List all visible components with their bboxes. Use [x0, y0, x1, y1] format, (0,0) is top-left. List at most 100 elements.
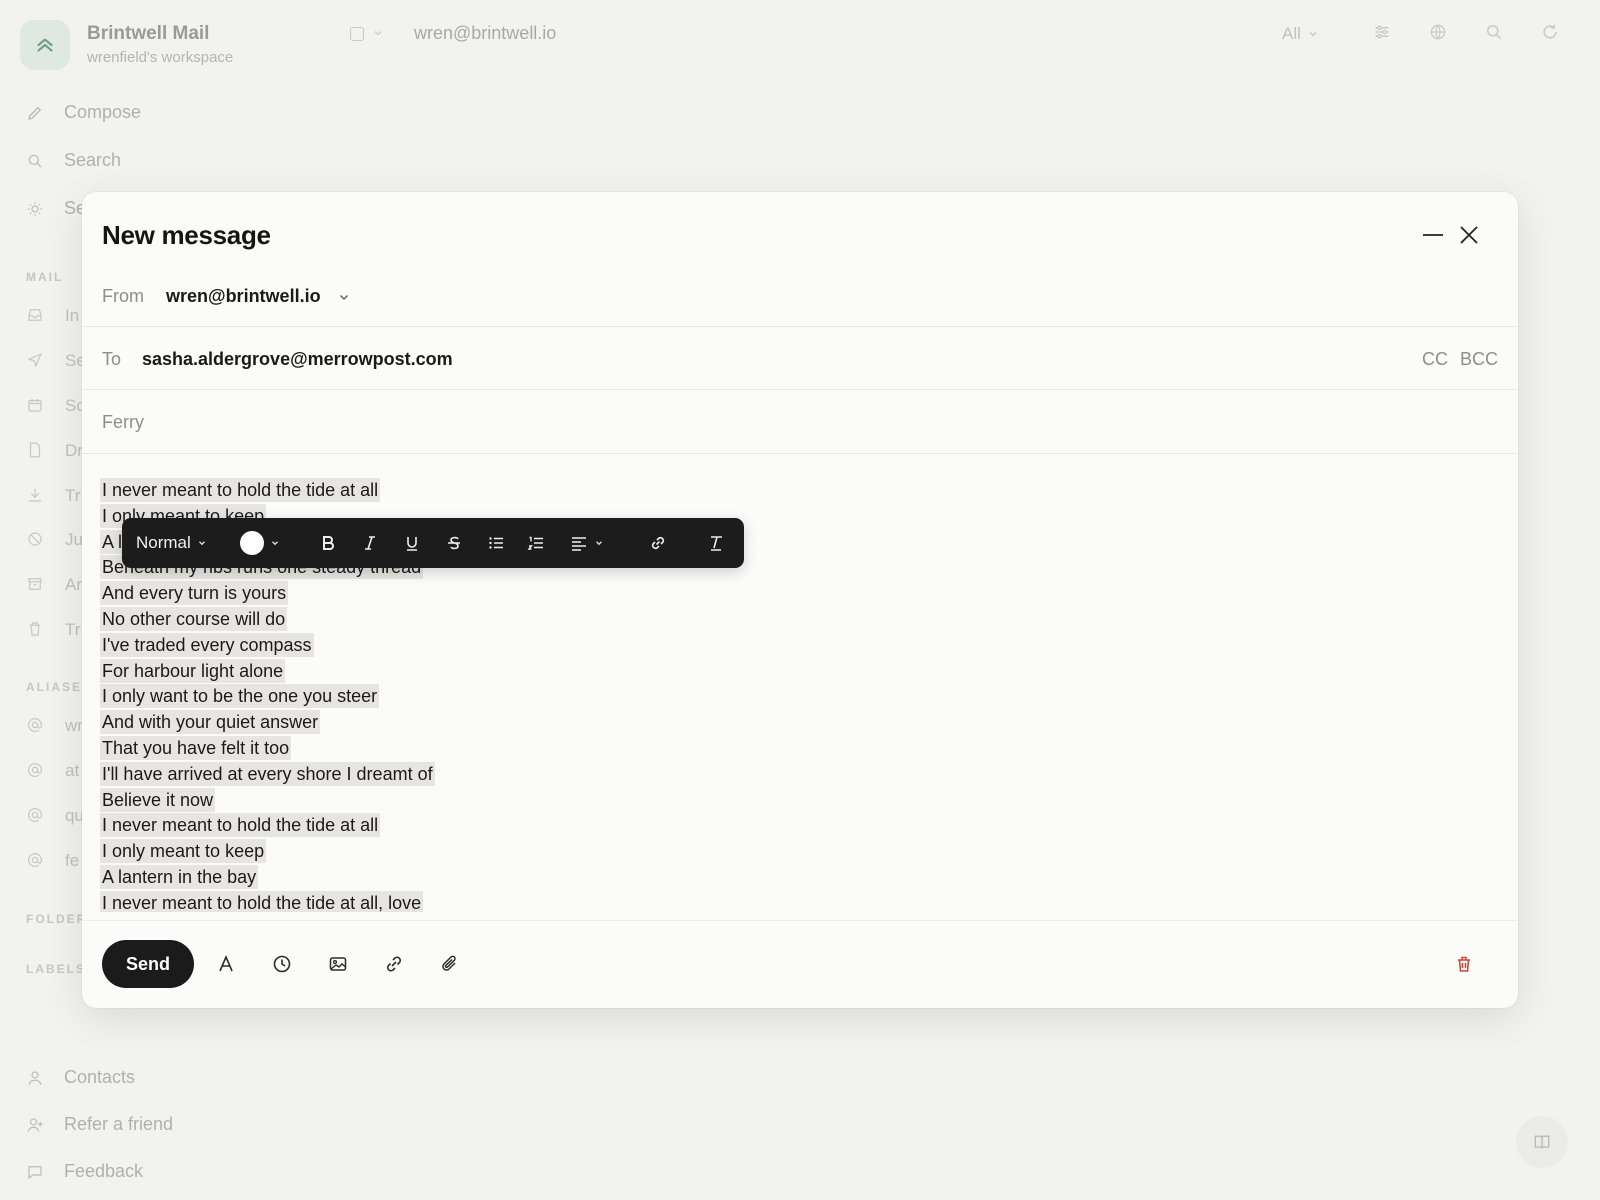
insert-link-button[interactable] [382, 952, 406, 976]
color-swatch [240, 531, 264, 555]
sidebar-settings[interactable]: Se [26, 198, 86, 219]
globe-icon[interactable] [1428, 22, 1450, 44]
sidebar-section-labels: LABELS [26, 962, 86, 976]
link-button[interactable] [644, 518, 672, 568]
at-icon[interactable] [26, 851, 44, 869]
select-all-checkbox[interactable] [350, 27, 364, 41]
body-line-text: A l [100, 529, 125, 554]
divider [82, 326, 1518, 327]
attach-file-button[interactable] [438, 952, 462, 976]
body-line: A lantern in the bay [100, 864, 1490, 891]
calendar-icon[interactable] [26, 396, 44, 414]
sidebar-section-aliases: ALIASE [26, 680, 83, 694]
ban-icon[interactable] [26, 530, 44, 548]
close-button[interactable] [1456, 222, 1482, 248]
body-line: That you have felt it too [100, 735, 1490, 762]
chevron-down-icon [272, 541, 278, 546]
text-format-button[interactable] [214, 952, 238, 976]
minimize-button[interactable] [1420, 222, 1446, 248]
search-icon[interactable] [1484, 22, 1506, 44]
help-button[interactable] [1516, 1116, 1568, 1168]
chevron-down-icon[interactable] [372, 27, 384, 39]
text-style-dropdown[interactable]: Normal [136, 518, 207, 568]
sun-icon [28, 201, 42, 216]
align-dropdown[interactable] [566, 518, 608, 568]
sidebar-contacts[interactable]: Contacts [26, 1067, 135, 1088]
archive-icon[interactable] [26, 575, 44, 593]
divider [82, 920, 1518, 921]
sidebar-search[interactable]: Search [26, 150, 121, 171]
sidebar-item-transfer[interactable]: Tr [65, 486, 80, 506]
refresh-icon[interactable] [1540, 22, 1562, 44]
divider [82, 453, 1518, 454]
schedule-send-button[interactable] [270, 952, 294, 976]
sidebar-section-folders: FOLDER [26, 912, 88, 926]
chevron-down-icon [596, 541, 602, 546]
app-logo[interactable] [20, 20, 70, 70]
search-icon [28, 154, 42, 167]
filter-label: All [1282, 24, 1301, 43]
from-row: From wren@brintwell.io [102, 286, 351, 307]
italic-button[interactable] [356, 518, 384, 568]
insert-image-button[interactable] [326, 952, 350, 976]
strikethrough-button[interactable] [440, 518, 468, 568]
sidebar-refer[interactable]: Refer a friend [26, 1114, 173, 1135]
font-icon [219, 954, 233, 972]
at-icon[interactable] [26, 806, 44, 824]
sidebar-item-drafts[interactable]: Dr [65, 441, 83, 461]
body-line: Believe it now [100, 787, 1490, 814]
sidebar-alias-2[interactable]: at [65, 761, 79, 781]
inbox-icon[interactable] [26, 306, 44, 324]
sliders-icon[interactable] [1372, 22, 1394, 44]
sidebar-item-inbox[interactable]: In [65, 306, 79, 326]
image-icon [329, 957, 347, 971]
trash-icon[interactable] [26, 620, 44, 638]
file-icon[interactable] [26, 441, 44, 459]
app-header: Brintwell Mail wrenfield's workspace wre… [0, 0, 1600, 90]
send-icon[interactable] [26, 351, 44, 369]
sidebar-alias-1[interactable]: wr [65, 716, 83, 736]
sidebar-refer-label: Refer a friend [64, 1114, 174, 1134]
sidebar-item-trash[interactable]: Tr [65, 620, 80, 640]
compose-modal: New message From wren@brintwell.io To sa… [82, 192, 1518, 1008]
app-name: Brintwell Mail [87, 23, 210, 44]
body-line-text: And every turn is yours [100, 581, 289, 606]
chevron-down-icon [1309, 31, 1317, 37]
discard-draft-button[interactable] [1452, 952, 1476, 976]
underline-button[interactable] [398, 518, 426, 568]
subject-field[interactable]: Ferry [102, 412, 1482, 433]
at-icon[interactable] [26, 716, 44, 734]
at-icon[interactable] [26, 761, 44, 779]
clear-formatting-button[interactable] [702, 518, 730, 568]
send-button[interactable]: Send [102, 940, 194, 988]
sidebar-item-archive[interactable]: Ar [65, 575, 82, 595]
sidebar-compose[interactable]: Compose [26, 102, 141, 123]
body-line: And every turn is yours [100, 581, 1490, 607]
user-icon [28, 1070, 42, 1085]
sidebar-alias-4[interactable]: fe [65, 851, 79, 871]
filter-dropdown[interactable]: All [1282, 24, 1319, 44]
sidebar-item-junk[interactable]: Ju [65, 530, 83, 550]
to-label: To [102, 349, 122, 369]
bold-button[interactable] [314, 518, 342, 568]
bullet-list-button[interactable] [482, 518, 510, 568]
workspace-name: wrenfield's workspace [87, 49, 234, 66]
from-select[interactable]: wren@brintwell.io [166, 286, 321, 307]
body-line-text: That you have felt it too [100, 735, 292, 760]
download-icon[interactable] [26, 486, 44, 504]
cc-button[interactable]: CC [1422, 349, 1448, 370]
numbered-list-button[interactable] [522, 518, 550, 568]
body-line-text: I only want to be the one you steer [100, 684, 380, 709]
text-color-picker[interactable] [240, 518, 280, 568]
chevron-down-icon[interactable] [337, 290, 351, 304]
body-line: I only meant to keep [100, 839, 1490, 865]
bcc-button[interactable]: BCC [1460, 349, 1498, 370]
sidebar-contacts-label: Contacts [64, 1067, 136, 1087]
divider [82, 389, 1518, 390]
sidebar-compose-label: Compose [64, 102, 142, 122]
italic-icon [365, 536, 375, 550]
sidebar-feedback[interactable]: Feedback [26, 1161, 143, 1182]
sidebar-search-label: Search [64, 150, 122, 170]
body-line-text: I never meant to hold the tide at all, l… [100, 890, 424, 912]
to-field[interactable]: sasha.aldergrove@merrowpost.com [142, 349, 453, 370]
